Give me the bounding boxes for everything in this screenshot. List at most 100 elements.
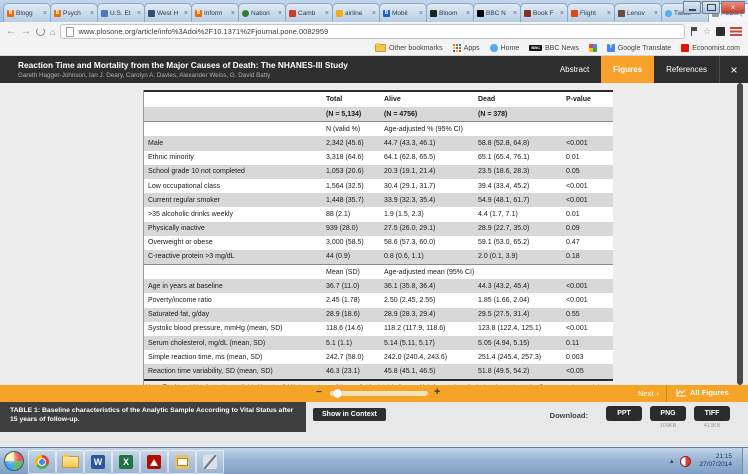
browser-tab[interactable]: airline ×: [332, 3, 380, 22]
next-label: Next: [638, 389, 654, 398]
extension-icon[interactable]: [716, 27, 725, 36]
economist-icon: [681, 44, 690, 52]
tab-close-icon[interactable]: ×: [419, 10, 423, 17]
tab-references[interactable]: References: [654, 56, 719, 83]
browser-tab[interactable]: B Inform ×: [191, 3, 239, 22]
tray-expand-icon[interactable]: ▴: [670, 457, 674, 465]
bookmark-item[interactable]: Home: [489, 44, 519, 52]
folder-icon: [61, 454, 79, 468]
table-cell: (N = 4756): [384, 110, 418, 118]
site-favicon: [571, 9, 578, 17]
browser-tab[interactable]: West H ×: [144, 3, 192, 22]
browser-tab[interactable]: Flight ×: [567, 3, 615, 22]
close-window-button[interactable]: ×: [721, 1, 745, 14]
tab-title: Book F: [533, 9, 554, 17]
tab-abstract[interactable]: Abstract: [548, 56, 601, 83]
browser-tab[interactable]: Nation ×: [238, 3, 286, 22]
tab-close-icon[interactable]: ×: [560, 10, 564, 17]
tab-figures[interactable]: Figures: [601, 56, 655, 83]
viewer-scrollbar[interactable]: [737, 83, 743, 385]
tab-close-icon[interactable]: ×: [278, 10, 282, 17]
next-figure-button[interactable]: Next ›: [638, 389, 659, 398]
browser-tab[interactable]: U.S. Et ×: [97, 3, 145, 22]
zoom-in-icon[interactable]: +: [434, 387, 440, 398]
table-cell: School grade 10 not completed: [148, 168, 245, 176]
tab-title: West H: [157, 9, 179, 17]
tab-close-icon[interactable]: ×: [90, 10, 94, 17]
bookmark-item[interactable]: T Google Translate: [606, 44, 671, 52]
home-icon[interactable]: ⌂: [50, 27, 55, 37]
browser-tab[interactable]: B Mobil ×: [379, 3, 427, 22]
taskbar-notes-button[interactable]: [196, 450, 224, 474]
taskbar-chrome-button[interactable]: [28, 450, 56, 474]
google-translate-icon: T: [606, 44, 615, 52]
maximize-button[interactable]: [702, 1, 720, 14]
show-in-context-button[interactable]: Show in Context: [313, 408, 386, 421]
tab-close-icon[interactable]: ×: [654, 10, 658, 17]
back-icon[interactable]: ←: [6, 26, 16, 37]
flag-icon[interactable]: [690, 27, 698, 36]
all-figures-button[interactable]: All Figures: [676, 388, 729, 397]
zoom-slider[interactable]: [330, 389, 428, 398]
taskbar-explorer-button[interactable]: [56, 450, 84, 474]
table-cell: 0.01: [566, 154, 580, 162]
taskbar-pdf-button[interactable]: [140, 450, 168, 474]
browser-tab[interactable]: Bloom ×: [426, 3, 474, 22]
browser-tab[interactable]: Camb ×: [285, 3, 333, 22]
tab-title: U.S. Et: [110, 9, 131, 17]
system-tray: ▴ 21:15 27/07/2014: [670, 448, 748, 474]
table-cell: Simple reaction time, ms (mean, SD): [148, 353, 263, 361]
tab-close-icon[interactable]: ×: [43, 10, 47, 17]
download-png-button[interactable]: PNG: [650, 406, 686, 421]
tab-close-icon[interactable]: ×: [325, 10, 329, 17]
taskbar-excel-button[interactable]: X: [112, 450, 140, 474]
table-cell: 36.1 (35.8, 36.4): [384, 282, 436, 290]
forward-icon[interactable]: →: [21, 26, 31, 37]
taskbar-word-button[interactable]: W: [84, 450, 112, 474]
tab-close-icon[interactable]: ×: [184, 10, 188, 17]
tab-close-icon[interactable]: ×: [231, 10, 235, 17]
zoom-out-icon[interactable]: −: [316, 388, 322, 398]
table-cell: P-value: [566, 96, 591, 103]
zoom-slider-handle[interactable]: [333, 389, 342, 398]
table-row: Low occupational class 1,564 (32.5) 30.4 (…: [144, 178, 613, 194]
tab-close-icon[interactable]: ×: [607, 10, 611, 17]
download-ppt-button[interactable]: PPT: [606, 406, 642, 421]
bookmark-item[interactable]: Economist.com: [681, 44, 740, 52]
tray-status-icon[interactable]: [680, 455, 692, 467]
browser-tab[interactable]: Lenov ×: [614, 3, 662, 22]
browser-tab[interactable]: Book F ×: [520, 3, 568, 22]
minimize-icon: [688, 8, 696, 11]
taskbar-clock[interactable]: 21:15 27/07/2014: [699, 453, 732, 469]
browser-toolbar: ← → ⌂ www.plosone.org/article/info%3Adoi…: [0, 22, 748, 41]
download-tiff-button[interactable]: TIFF: [694, 406, 730, 421]
table-cell: 0.11: [566, 339, 580, 347]
taskbar-mail-button[interactable]: [168, 450, 196, 474]
browser-tab[interactable]: BBC N ×: [473, 3, 521, 22]
tab-close-icon[interactable]: ×: [137, 10, 141, 17]
tab-close-icon[interactable]: ×: [466, 10, 470, 17]
tab-close-icon[interactable]: ×: [372, 10, 376, 17]
site-favicon: [242, 9, 249, 17]
bookmark-item[interactable]: [588, 44, 597, 52]
table-cell: Low occupational class: [148, 182, 220, 190]
bookmark-item[interactable]: BBC BBC News: [529, 45, 579, 52]
other-bookmarks[interactable]: Other bookmarks: [374, 43, 443, 52]
show-desktop-button[interactable]: [742, 448, 748, 474]
browser-tab[interactable]: B Blogg ×: [3, 3, 51, 22]
bookmark-star-icon[interactable]: ☆: [703, 27, 711, 36]
site-favicon: [618, 9, 625, 17]
table-cell: 0.05: [566, 168, 580, 176]
address-bar[interactable]: www.plosone.org/article/info%3Adoi%2F10.…: [60, 24, 685, 39]
tab-close-icon[interactable]: ×: [513, 10, 517, 17]
table-cell: 44.7 (43.3, 46.1): [384, 139, 436, 147]
url-text[interactable]: www.plosone.org/article/info%3Adoi%2F10.…: [78, 27, 328, 36]
browser-tab[interactable]: B Psych ×: [50, 3, 98, 22]
viewer-close-icon[interactable]: ×: [719, 56, 748, 83]
minimize-button[interactable]: [683, 1, 701, 14]
start-button[interactable]: [4, 451, 24, 471]
reload-icon[interactable]: [36, 27, 45, 36]
bookmark-item[interactable]: Apps: [452, 44, 480, 52]
chrome-menu-icon[interactable]: [730, 27, 742, 36]
favicon-letter: B: [55, 9, 60, 16]
